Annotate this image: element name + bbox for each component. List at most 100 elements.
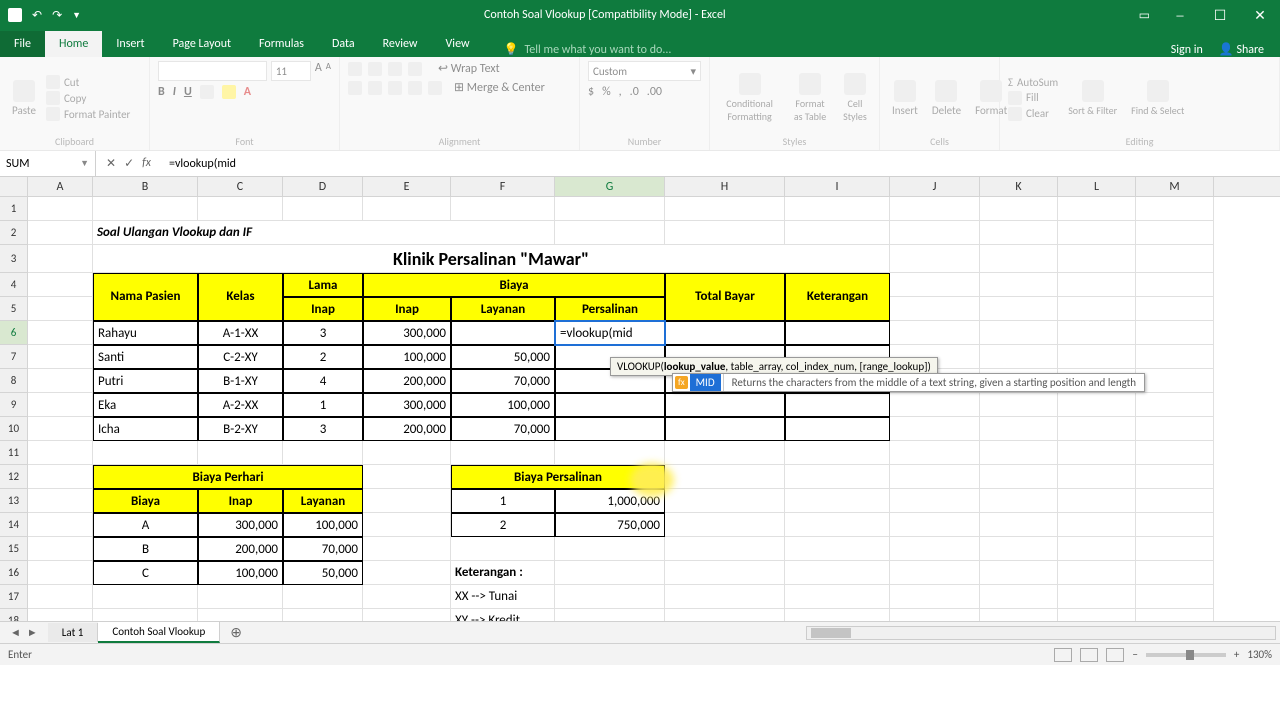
cell[interactable]: Nama Pasien xyxy=(93,273,198,321)
orientation-icon[interactable] xyxy=(408,62,422,76)
cell[interactable] xyxy=(28,345,93,369)
cell[interactable] xyxy=(785,561,890,585)
cell[interactable]: A xyxy=(93,513,198,537)
align-top-icon[interactable] xyxy=(348,62,362,76)
cell[interactable]: Layanan xyxy=(283,489,363,513)
cell[interactable] xyxy=(890,465,980,489)
cell[interactable] xyxy=(785,441,890,465)
cell[interactable] xyxy=(451,537,555,561)
cell[interactable]: Biaya xyxy=(363,273,665,297)
insert-cells[interactable]: Insert xyxy=(888,78,922,119)
cell[interactable] xyxy=(1136,489,1214,513)
fill-color-icon[interactable] xyxy=(222,85,236,99)
cell[interactable] xyxy=(785,321,890,345)
tab-file[interactable]: File xyxy=(0,31,45,57)
align-mid-icon[interactable] xyxy=(368,62,382,76)
comma-icon[interactable]: , xyxy=(619,85,622,99)
intellisense-popup[interactable]: fx MID Returns the characters from the m… xyxy=(672,373,1145,392)
cell[interactable] xyxy=(785,537,890,561)
save-icon[interactable] xyxy=(8,8,22,22)
cell[interactable] xyxy=(980,489,1058,513)
row-header[interactable]: 10 xyxy=(0,417,28,441)
col-J[interactable]: J xyxy=(890,177,980,196)
cell[interactable] xyxy=(980,321,1058,345)
cell[interactable]: Putri xyxy=(93,369,198,393)
cell[interactable] xyxy=(980,245,1058,273)
cell[interactable] xyxy=(785,585,890,609)
cell[interactable]: Icha xyxy=(93,417,198,441)
cell[interactable] xyxy=(283,609,363,621)
scrollbar-thumb[interactable] xyxy=(811,628,851,638)
view-normal-icon[interactable] xyxy=(1054,648,1072,662)
cell-styles[interactable]: Cell Styles xyxy=(839,71,871,125)
cell[interactable] xyxy=(283,197,363,221)
col-H[interactable]: H xyxy=(665,177,785,196)
tab-insert[interactable]: Insert xyxy=(102,31,158,57)
cell[interactable]: C-2-XY xyxy=(198,345,283,369)
cell[interactable] xyxy=(28,417,93,441)
cell[interactable]: 100,000 xyxy=(198,561,283,585)
cell[interactable] xyxy=(28,441,93,465)
cell[interactable] xyxy=(785,197,890,221)
cell[interactable] xyxy=(363,441,451,465)
autosum-button[interactable]: ΣAutoSum xyxy=(1008,76,1058,89)
clear-button[interactable]: Clear xyxy=(1008,107,1058,121)
cell[interactable] xyxy=(198,585,283,609)
cell[interactable]: Total Bayar xyxy=(665,273,785,321)
cell[interactable]: 70,000 xyxy=(451,417,555,441)
cell[interactable] xyxy=(1136,441,1214,465)
cell[interactable] xyxy=(1136,561,1214,585)
cell[interactable] xyxy=(28,489,93,513)
italic-button[interactable]: I xyxy=(173,85,176,99)
cell[interactable] xyxy=(1058,345,1136,369)
cell[interactable] xyxy=(1058,465,1136,489)
cell[interactable] xyxy=(1136,465,1214,489)
row-header[interactable]: 14 xyxy=(0,513,28,537)
cell[interactable] xyxy=(890,489,980,513)
dec-decimal-icon[interactable]: .00 xyxy=(647,85,662,99)
cell[interactable] xyxy=(890,245,980,273)
zoom-in-button[interactable]: + xyxy=(1234,648,1239,661)
cut-button[interactable]: Cut xyxy=(46,75,130,89)
cell[interactable]: A-1-XX xyxy=(198,321,283,345)
row-header[interactable]: 7 xyxy=(0,345,28,369)
cell[interactable] xyxy=(28,513,93,537)
close-button[interactable]: ✕ xyxy=(1240,0,1280,30)
cell[interactable] xyxy=(665,561,785,585)
spreadsheet-grid[interactable]: A B C D E F G H I J K L M 12Soal Ulangan… xyxy=(0,177,1280,621)
cell[interactable] xyxy=(28,321,93,345)
underline-button[interactable]: U xyxy=(184,85,192,99)
cell[interactable] xyxy=(28,585,93,609)
cell[interactable]: 70,000 xyxy=(451,369,555,393)
cell[interactable] xyxy=(363,465,451,489)
row-header[interactable]: 3 xyxy=(0,245,28,273)
format-painter-button[interactable]: Format Painter xyxy=(46,107,130,121)
cell[interactable] xyxy=(28,297,93,321)
col-B[interactable]: B xyxy=(93,177,198,196)
indent-inc-icon[interactable] xyxy=(428,81,442,95)
cell[interactable] xyxy=(93,609,198,621)
row-header[interactable]: 2 xyxy=(0,221,28,245)
cell[interactable] xyxy=(785,489,890,513)
copy-button[interactable]: Copy xyxy=(46,91,130,105)
tab-data[interactable]: Data xyxy=(318,31,369,57)
cell[interactable] xyxy=(665,197,785,221)
row-header[interactable]: 9 xyxy=(0,393,28,417)
cell[interactable] xyxy=(785,609,890,621)
cell[interactable] xyxy=(28,465,93,489)
cell[interactable] xyxy=(1136,321,1214,345)
cell[interactable]: Persalinan xyxy=(555,297,665,321)
cell[interactable] xyxy=(980,465,1058,489)
cell[interactable]: Biaya Perhari xyxy=(93,465,363,489)
currency-icon[interactable]: $ xyxy=(588,85,594,99)
view-break-icon[interactable] xyxy=(1106,648,1124,662)
col-D[interactable]: D xyxy=(283,177,363,196)
conditional-formatting[interactable]: Conditional Formatting xyxy=(718,71,781,125)
cell[interactable] xyxy=(665,609,785,621)
cell[interactable] xyxy=(1136,221,1214,245)
select-all[interactable] xyxy=(0,177,28,196)
cell[interactable] xyxy=(1136,609,1214,621)
merge-center-button[interactable]: ⊞ Merge & Center xyxy=(454,80,545,95)
minimize-button[interactable]: ─ xyxy=(1160,0,1200,30)
row-header[interactable]: 12 xyxy=(0,465,28,489)
